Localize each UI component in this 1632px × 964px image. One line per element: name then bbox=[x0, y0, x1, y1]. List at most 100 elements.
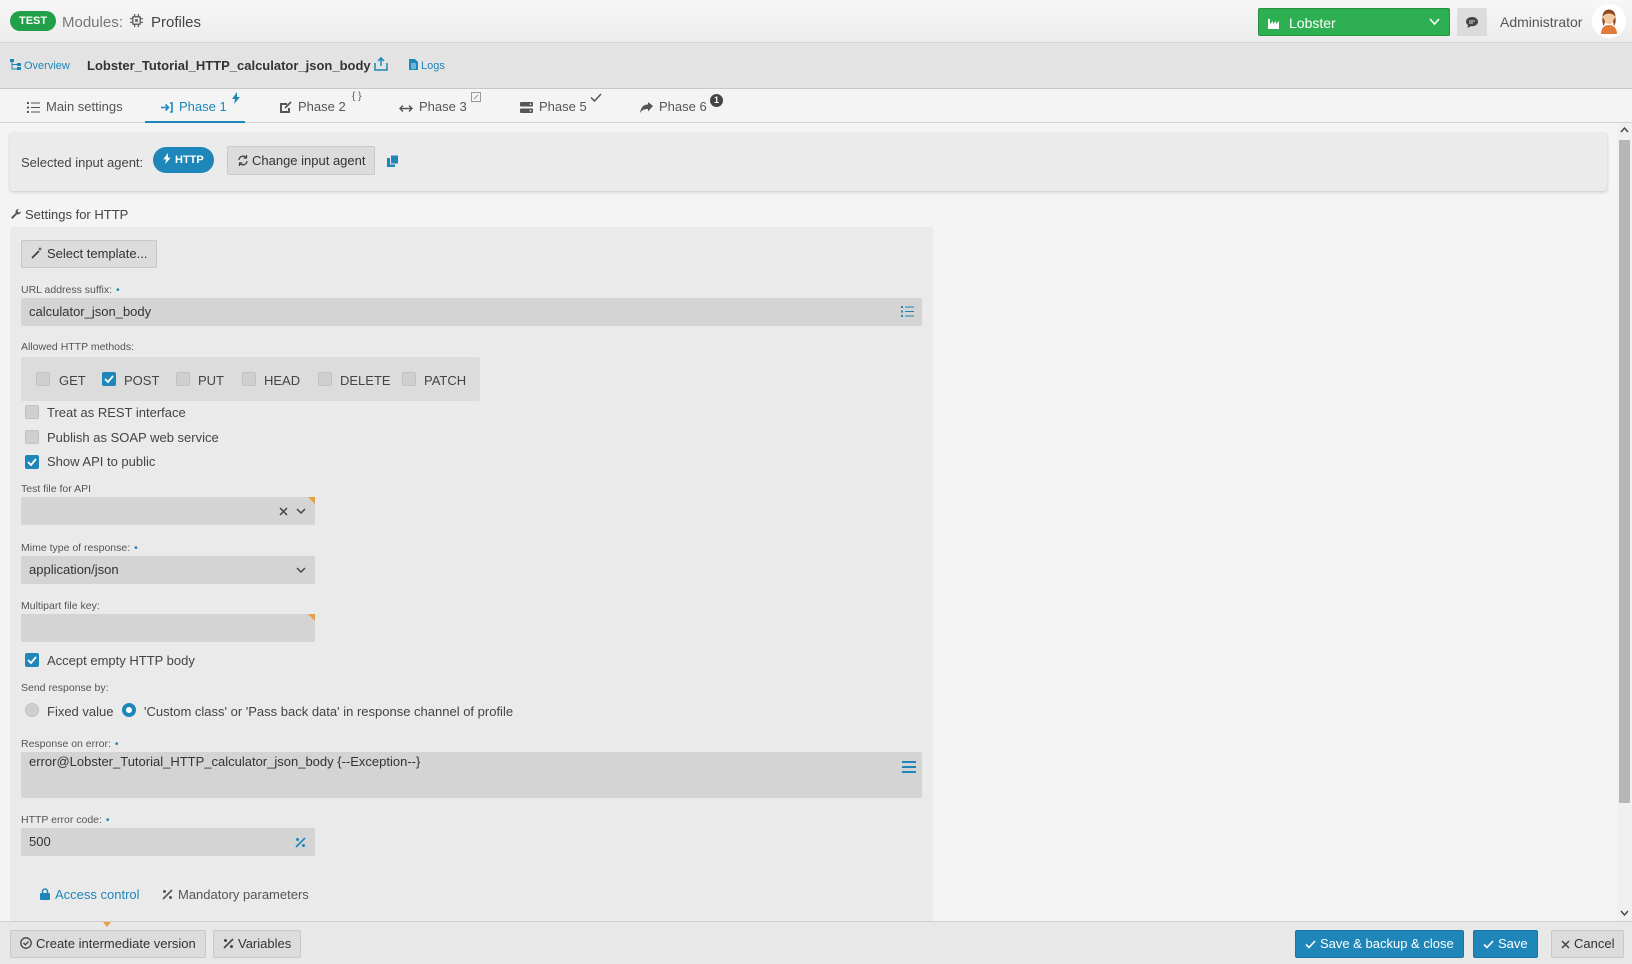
logs-link[interactable]: Logs bbox=[409, 59, 445, 72]
list-icon[interactable] bbox=[901, 306, 914, 317]
method-label-head: HEAD bbox=[264, 373, 301, 388]
multipart-key-label: Multipart file key: bbox=[21, 600, 100, 612]
soap-service-label: Publish as SOAP web service bbox=[47, 430, 219, 445]
check-icon bbox=[590, 93, 602, 102]
method-checkbox-put[interactable] bbox=[176, 372, 190, 386]
percent-icon[interactable] bbox=[295, 837, 306, 848]
error-response-value: error@Lobster_Tutorial_HTTP_calculator_j… bbox=[29, 754, 421, 769]
tab-label: Phase 1 bbox=[179, 99, 227, 114]
save-backup-close-button[interactable]: Save & backup & close bbox=[1295, 930, 1464, 958]
response-custom-radio[interactable] bbox=[122, 703, 136, 717]
instance-label: Lobster bbox=[1289, 15, 1336, 31]
variables-button[interactable]: Variables bbox=[213, 930, 302, 958]
create-intermediate-version-button[interactable]: Create intermediate version bbox=[10, 930, 206, 958]
show-api-public-label: Show API to public bbox=[47, 454, 156, 469]
settings-heading: Settings for HTTP bbox=[10, 207, 128, 222]
close-icon bbox=[1561, 940, 1570, 949]
send-response-label: Send response by: bbox=[21, 682, 109, 694]
show-api-public-checkbox[interactable] bbox=[25, 455, 39, 469]
user-name[interactable]: Administrator bbox=[1500, 14, 1582, 30]
change-input-agent-button[interactable]: Change input agent bbox=[227, 146, 376, 175]
input-agent-badge[interactable]: HTTP bbox=[153, 147, 214, 173]
tab-label: Main settings bbox=[46, 99, 123, 114]
logs-label: Logs bbox=[421, 60, 445, 72]
create-intermediate-version-label: Create intermediate version bbox=[36, 936, 196, 951]
sign-in-icon bbox=[161, 102, 173, 113]
multipart-key-input[interactable] bbox=[21, 614, 315, 642]
scroll-up-icon[interactable] bbox=[1620, 127, 1629, 133]
scrollbar-thumb[interactable] bbox=[1619, 140, 1630, 803]
method-checkbox-head[interactable] bbox=[242, 372, 256, 386]
file-icon bbox=[409, 59, 418, 70]
scroll-down-icon[interactable] bbox=[1620, 910, 1629, 916]
avatar[interactable] bbox=[1592, 4, 1626, 38]
refresh-icon bbox=[238, 155, 248, 166]
select-template-button[interactable]: Select template... bbox=[21, 240, 158, 268]
braces-icon: { } bbox=[352, 91, 362, 102]
modules-label: Modules: bbox=[62, 14, 123, 31]
tab-access-control[interactable]: Access control bbox=[40, 887, 140, 902]
menu-icon[interactable] bbox=[902, 761, 916, 773]
method-checkbox-delete[interactable] bbox=[318, 372, 332, 386]
magic-wand-icon bbox=[31, 247, 42, 259]
test-file-select[interactable] bbox=[21, 497, 315, 525]
user-avatar-icon bbox=[1592, 4, 1626, 38]
method-checkbox-patch[interactable] bbox=[402, 372, 416, 386]
accept-empty-body-label: Accept empty HTTP body bbox=[47, 653, 195, 668]
tab-mandatory-parameters[interactable]: Mandatory parameters bbox=[162, 887, 309, 902]
tab-phase-2[interactable]: Phase 2 { } bbox=[280, 89, 361, 123]
tab-phase-1[interactable]: Phase 1 bbox=[145, 89, 245, 123]
error-response-input[interactable]: error@Lobster_Tutorial_HTTP_calculator_j… bbox=[21, 752, 922, 798]
percent-icon bbox=[162, 889, 173, 900]
tab-phase-3[interactable]: Phase 3 bbox=[399, 89, 481, 123]
url-suffix-value: calculator_json_body bbox=[29, 304, 152, 319]
vertical-scrollbar[interactable] bbox=[1617, 123, 1632, 921]
rest-interface-checkbox[interactable] bbox=[25, 405, 39, 419]
method-label-get: GET bbox=[59, 373, 86, 388]
copy-icon[interactable] bbox=[387, 155, 399, 167]
share-icon bbox=[640, 102, 653, 113]
error-code-input[interactable]: 500 bbox=[21, 828, 315, 856]
response-fixed-radio[interactable] bbox=[25, 703, 39, 717]
instance-select[interactable]: Lobster bbox=[1258, 8, 1450, 36]
cancel-button[interactable]: Cancel bbox=[1551, 930, 1625, 958]
tab-mandatory-parameters-label: Mandatory parameters bbox=[178, 887, 309, 902]
tab-access-control-label: Access control bbox=[55, 887, 140, 902]
url-suffix-input[interactable]: calculator_json_body bbox=[21, 298, 922, 326]
server-icon bbox=[520, 102, 533, 113]
cpu-icon bbox=[129, 13, 144, 28]
response-custom-label: 'Custom class' or 'Pass back data' in re… bbox=[144, 704, 514, 719]
chevron-down-icon bbox=[296, 567, 306, 574]
accept-empty-body-checkbox[interactable] bbox=[25, 653, 39, 667]
export-icon[interactable] bbox=[374, 57, 388, 71]
change-input-agent-label: Change input agent bbox=[252, 153, 366, 168]
overview-link[interactable]: Overview bbox=[10, 59, 70, 72]
method-checkbox-post[interactable] bbox=[102, 372, 116, 386]
method-checkbox-get[interactable] bbox=[36, 372, 50, 386]
select-template-label: Select template... bbox=[47, 246, 148, 261]
breadcrumb-profiles[interactable]: Profiles bbox=[151, 14, 201, 31]
tab-label: Phase 6 bbox=[659, 99, 707, 114]
soap-service-checkbox[interactable] bbox=[25, 430, 39, 444]
tab-main-settings[interactable]: Main settings bbox=[27, 89, 123, 123]
tab-phase-6[interactable]: Phase 6 1 bbox=[640, 89, 723, 123]
top-bar: TEST Modules: Profiles Lobster Administr… bbox=[0, 0, 1632, 43]
chat-button[interactable] bbox=[1457, 8, 1487, 36]
tab-phase-5[interactable]: Phase 5 bbox=[520, 89, 602, 123]
list-icon bbox=[27, 102, 40, 113]
percent-box-icon bbox=[471, 92, 481, 102]
notification-badge: 1 bbox=[710, 94, 723, 107]
error-code-value: 500 bbox=[29, 834, 51, 849]
tab-label: Phase 2 bbox=[298, 99, 346, 114]
phase-tabs: Main settings Phase 1 Phase 2 { } Phase … bbox=[0, 89, 1632, 123]
url-suffix-label: URL address suffix: • bbox=[21, 284, 120, 296]
check-icon bbox=[27, 458, 37, 467]
error-code-label: HTTP error code: • bbox=[21, 814, 110, 826]
chat-icon bbox=[1466, 17, 1478, 28]
factory-icon bbox=[1268, 19, 1279, 29]
mime-type-select[interactable]: application/json bbox=[21, 556, 315, 584]
save-backup-close-label: Save & backup & close bbox=[1320, 936, 1454, 951]
save-button[interactable]: Save bbox=[1473, 930, 1538, 958]
clear-icon[interactable] bbox=[279, 507, 288, 516]
test-file-label: Test file for API bbox=[21, 483, 92, 495]
